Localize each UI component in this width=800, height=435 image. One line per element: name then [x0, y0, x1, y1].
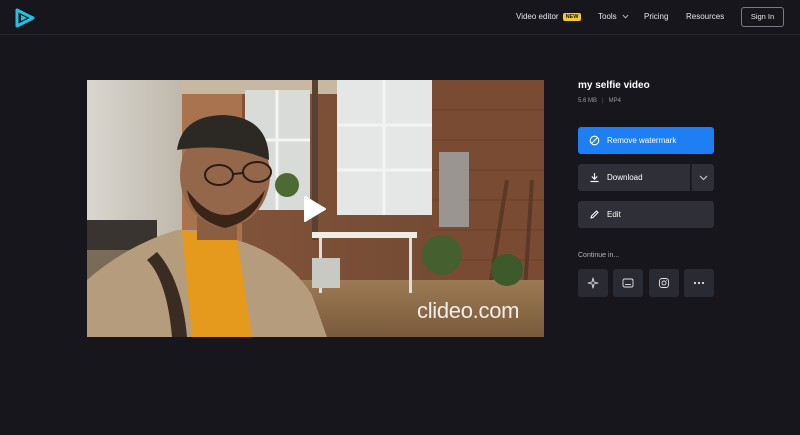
continue-in-label: Continue in...	[578, 252, 620, 259]
edit-label: Edit	[607, 210, 621, 219]
remove-watermark-button[interactable]: Remove watermark	[578, 127, 714, 154]
download-options-toggle[interactable]	[691, 164, 714, 191]
play-icon[interactable]	[302, 195, 328, 223]
video-preview[interactable]: clideo.com	[87, 80, 544, 337]
more-icon	[693, 281, 705, 285]
sparkle-icon	[587, 277, 599, 289]
edit-button[interactable]: Edit	[578, 201, 714, 228]
pencil-icon	[590, 210, 599, 219]
download-icon	[590, 173, 599, 183]
file-meta: 5.6 MB | MP4	[578, 98, 621, 104]
chevron-down-icon	[622, 14, 629, 19]
sign-in-button[interactable]: Sign In	[741, 7, 784, 27]
subtitles-icon	[622, 278, 634, 288]
remove-watermark-label: Remove watermark	[607, 136, 677, 145]
clideo-logo-icon[interactable]	[14, 8, 36, 28]
file-title: my selfie video	[578, 80, 650, 91]
nav-pricing[interactable]: Pricing	[644, 12, 668, 21]
clideo-watermark: clideo.com	[417, 298, 520, 323]
no-watermark-icon	[589, 135, 600, 146]
continue-more-button[interactable]	[684, 269, 714, 297]
continue-instagram-button[interactable]	[649, 269, 679, 297]
instagram-icon	[659, 278, 669, 288]
nav-video-editor-label: Video editor	[516, 12, 559, 21]
download-button[interactable]: Download	[578, 164, 690, 191]
continue-subtitles-button[interactable]	[613, 269, 643, 297]
nav-tools-label: Tools	[598, 12, 617, 21]
file-size: 5.6 MB	[578, 98, 598, 104]
nav-tools[interactable]: Tools	[598, 12, 629, 21]
nav-video-editor[interactable]: Video editor NEW	[516, 12, 582, 21]
download-label: Download	[607, 173, 643, 182]
chevron-down-icon	[699, 175, 707, 180]
continue-sparkle-button[interactable]	[578, 269, 608, 297]
top-header: Video editor NEW Tools Pricing Resources …	[0, 0, 800, 35]
new-badge: NEW	[562, 13, 582, 21]
file-format: MP4	[608, 98, 621, 104]
meta-separator: |	[602, 98, 604, 104]
nav-resources[interactable]: Resources	[686, 12, 724, 21]
